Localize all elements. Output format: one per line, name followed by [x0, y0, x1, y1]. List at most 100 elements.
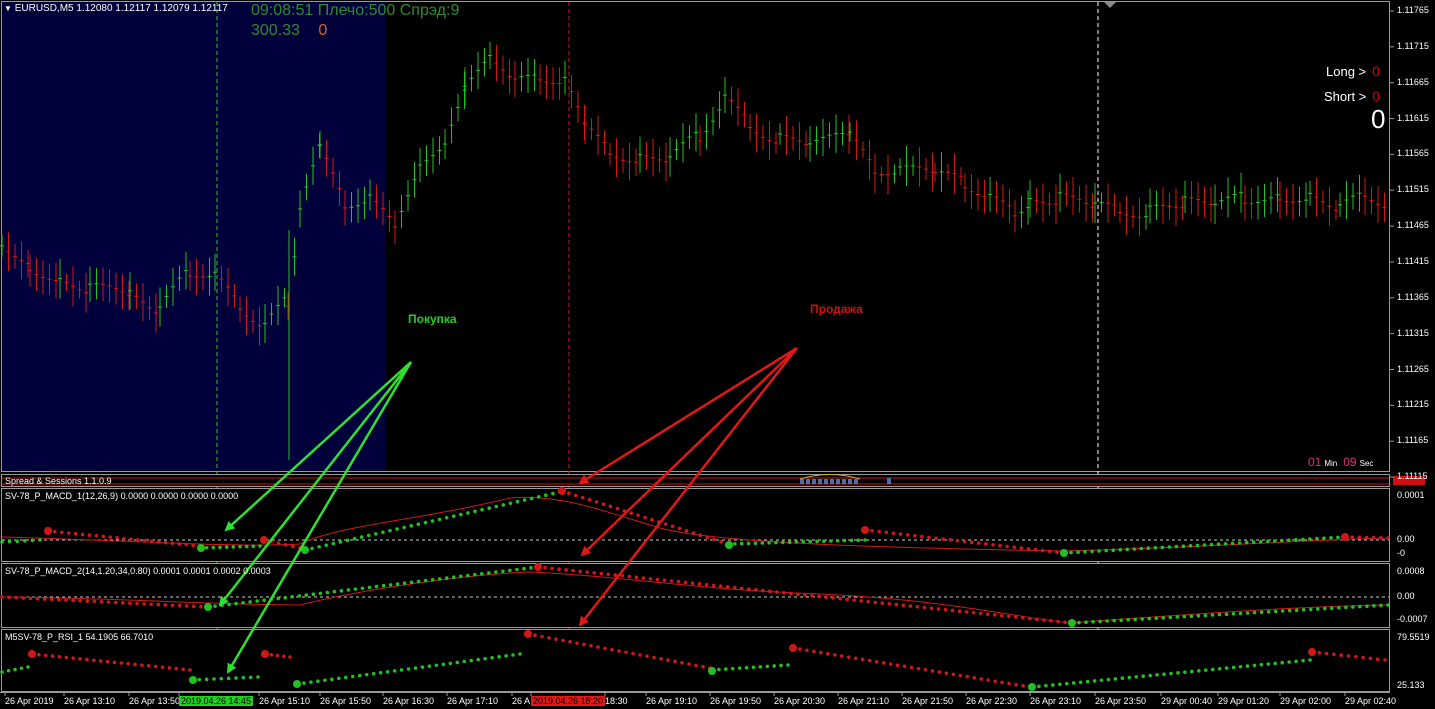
- rsi-bull-dot: [212, 677, 216, 681]
- countdown-min-unit: Min: [1324, 459, 1338, 468]
- macd1-bull-dot: [381, 530, 385, 535]
- rsi-bull-dot: [1238, 664, 1243, 669]
- macd2-axis-top: 0.0008: [1397, 566, 1425, 576]
- macd1-bull-dot: [211, 545, 216, 550]
- macd2-bull-dot: [1238, 611, 1243, 616]
- rsi-bear-dot: [119, 661, 124, 665]
- macd2-bull-dot: [444, 576, 449, 580]
- macd1-bull-dot: [863, 538, 867, 542]
- macd1-bull-dot: [480, 507, 484, 512]
- rsi-bull-dot: [518, 652, 522, 656]
- rsi-bull-dot: [1064, 681, 1069, 686]
- time-label: 26 Apr 23:10: [1030, 696, 1082, 706]
- macd1-bear-dot: [60, 530, 64, 535]
- macd2-bull-dot: [1126, 618, 1130, 622]
- rsi-bull-dot: [1134, 675, 1139, 679]
- rsi-bull-dot: [441, 662, 446, 667]
- macd1-bull-dot: [1216, 542, 1221, 546]
- rsi-bull-dot: [406, 667, 411, 671]
- macd2-bull-dot: [494, 570, 498, 574]
- symbol-header[interactable]: ▼ EURUSD,M5 1.12080 1.12117 1.12079 1.12…: [4, 3, 228, 14]
- rsi-bull-dot: [1037, 684, 1041, 689]
- macd2-bull-dot: [283, 595, 288, 600]
- macd2-bear-dot: [929, 606, 934, 611]
- rsi-bear-dot: [160, 665, 165, 670]
- rsi-bear-dot: [98, 659, 103, 663]
- macd1-bull-dot: [1174, 544, 1179, 549]
- rsi-bull-dot: [765, 664, 770, 669]
- countdown-sec-unit: Sec: [1359, 459, 1374, 468]
- rsi-bull-dot: [779, 663, 783, 668]
- macd2-bear-dot: [78, 598, 82, 603]
- macd2-bull-dot: [1337, 606, 1341, 610]
- rsi-bull-dot: [511, 653, 515, 657]
- rsi-bear-dot: [659, 657, 663, 661]
- macd2-bear-dot: [92, 599, 97, 604]
- rsi-bear-dot: [1317, 651, 1322, 655]
- rsi-bear-dot: [1324, 651, 1329, 656]
- time-label: 26 Apr 15:10: [259, 696, 311, 706]
- macd1-bear-dot: [1026, 547, 1031, 551]
- rsi-bear-dot: [631, 651, 635, 656]
- rsi-bear-dot: [930, 669, 935, 673]
- macd1-panel-label: SV-78_P_MACD_1(12,26,9) 0.0000 0.0000 0.…: [5, 491, 239, 501]
- macd2-bear-dot: [901, 603, 906, 608]
- signal-dot: [204, 603, 212, 611]
- macd2-bear-dot: [697, 582, 702, 586]
- macd1-bull-dot: [1188, 544, 1193, 548]
- signal-dot: [44, 527, 52, 535]
- rsi-bear-dot: [288, 655, 292, 659]
- long-label: Long >: [1326, 64, 1367, 79]
- rsi-bull-dot: [241, 675, 246, 680]
- rsi-bear-dot: [78, 657, 82, 661]
- macd1-bear-dot: [122, 536, 126, 541]
- macd1-bear-dot: [877, 529, 882, 534]
- rsi-bear-dot: [547, 636, 551, 640]
- rsi-panel[interactable]: [1, 629, 1390, 692]
- macd1-bull-dot: [781, 540, 785, 545]
- macd2-bull-dot: [1379, 603, 1383, 608]
- macd2-bear-dot: [789, 591, 793, 596]
- macd1-bear-dot: [1040, 548, 1045, 553]
- rsi-bear-dot: [64, 655, 69, 660]
- macd2-bull-dot: [332, 589, 337, 594]
- short-label: Short >: [1324, 89, 1367, 104]
- time-label: 26 Apr 13:50: [129, 696, 181, 706]
- rsi-bear-dot: [839, 654, 844, 658]
- macd1-bull-dot: [244, 544, 249, 549]
- rsi-bear-dot: [965, 674, 970, 679]
- price-label: 1.11515: [1397, 184, 1429, 195]
- macd2-bear-dot: [971, 610, 976, 615]
- rsi-bull-dot: [26, 665, 30, 669]
- macd1-bear-dot: [594, 500, 599, 504]
- macd1-bull-dot: [822, 539, 826, 543]
- spread-bar: [836, 479, 840, 484]
- rsi-bear-dot: [701, 664, 705, 669]
- macd1-bull-dot: [388, 528, 392, 533]
- macd2-bear-dot: [1028, 616, 1032, 621]
- rsi-bear-dot: [798, 647, 802, 651]
- short-positions: Short > 0: [1324, 88, 1380, 104]
- macd2-bull-dot: [388, 583, 393, 587]
- macd1-bear-dot: [920, 534, 924, 539]
- macd2-bear-dot: [21, 596, 26, 600]
- chevron-down-icon[interactable]: ▼: [4, 4, 12, 13]
- rsi-bull-dot: [1231, 665, 1236, 670]
- macd1-bull-dot: [324, 543, 329, 547]
- macd2-bear-dot: [627, 574, 632, 579]
- chart-canvas[interactable]: [0, 0, 1435, 709]
- time-label: 26 Apr 21:10: [838, 696, 890, 706]
- macd2-bear-dot: [606, 572, 611, 577]
- macd2-bear-dot: [711, 583, 716, 588]
- rsi-bear-dot: [610, 647, 614, 652]
- macd1-bear-dot: [276, 541, 281, 545]
- macd2-bear-dot: [49, 597, 54, 602]
- rsi-bull-dot: [0, 670, 4, 674]
- rsi-bear-dot: [1354, 655, 1358, 659]
- macd1-bear-dot: [684, 528, 689, 533]
- price-axis[interactable]: [1390, 10, 1394, 478]
- rsi-bull-dot: [219, 676, 224, 681]
- rsi-bear-dot: [1339, 653, 1343, 657]
- signal-dot: [1308, 648, 1316, 656]
- macd2-bear-dot: [550, 566, 554, 571]
